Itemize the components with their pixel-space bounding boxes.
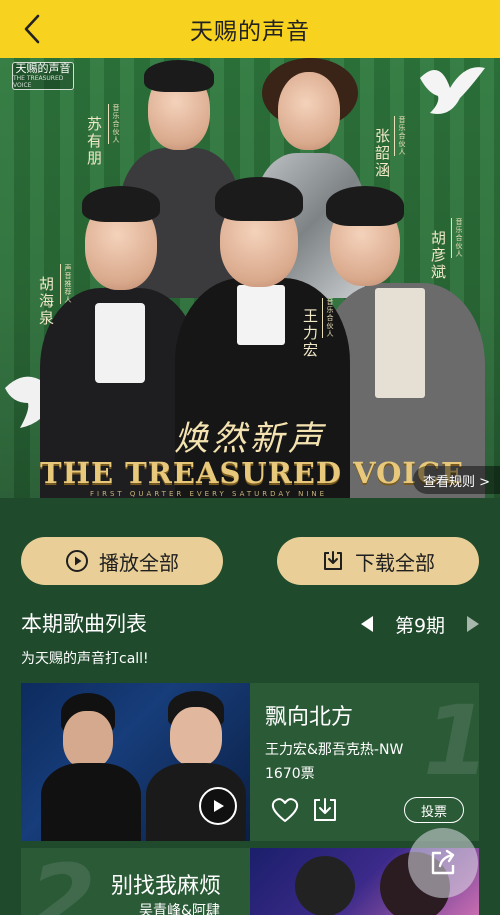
right-triangle-icon[interactable] — [466, 615, 480, 633]
dove-top-right-image — [420, 67, 485, 114]
song-card-1[interactable]: 1 飘向北方 王力宏&那吾克热-NW 1670票 投票 — [21, 683, 479, 841]
view-rules-link[interactable]: 查看规则 > — [412, 466, 500, 494]
download-icon[interactable] — [311, 796, 339, 824]
left-triangle-icon[interactable] — [360, 615, 374, 633]
play-icon — [214, 800, 224, 812]
back-button[interactable] — [14, 11, 50, 47]
slogan-chinese: 焕然新声 — [174, 419, 326, 459]
issue-navigator: 第9期 — [360, 610, 480, 638]
slogan-english: THE TREASURED VOICE — [40, 456, 465, 490]
name-tag-hu-yanbin: 胡彦斌 — [429, 230, 447, 281]
song-title-1: 飘向北方 — [265, 705, 354, 730]
issue-label: 第9期 — [394, 614, 446, 637]
role-tag-wang-leehom: 音乐合伙人 — [322, 298, 335, 338]
song-artist-2: 吴青峰&阿肆 — [139, 903, 220, 915]
name-tag-zhang-shaohan: 张韶涵 — [373, 128, 391, 179]
song-title-2: 别找我麻烦 — [111, 874, 222, 899]
play-song-button-1[interactable] — [199, 787, 237, 825]
play-all-button[interactable]: 播放全部 — [21, 537, 223, 585]
download-box-icon — [324, 551, 342, 570]
heart-icon[interactable] — [271, 797, 299, 823]
song-artist-1: 王力宏&那吾克热-NW — [265, 742, 404, 758]
page-title: 天赐的声音 — [190, 19, 310, 45]
role-tag-su-youpeng: 音乐合伙人 — [108, 104, 121, 144]
song-thumbnail-1 — [21, 683, 250, 841]
slogan-subtitle: FIRST QUARTER EVERY SATURDAY NINE — [90, 490, 328, 498]
song-list-title: 本期歌曲列表 — [21, 612, 147, 636]
share-button[interactable] — [408, 828, 478, 898]
name-tag-wang-leehom: 王力宏 — [301, 308, 319, 359]
song-votes-1: 1670票 — [265, 766, 315, 782]
song-rank-1: 1 — [423, 685, 479, 797]
download-all-label: 下载全部 — [355, 550, 435, 575]
hero-banner[interactable]: 天赐的声音 THE TREASURED VOICE 音乐合伙人 苏有朋 张韶涵 … — [0, 58, 500, 498]
download-all-button[interactable]: 下载全部 — [277, 537, 479, 585]
play-circle-icon — [66, 550, 88, 572]
show-logo-sub: THE TREASURED VOICE — [13, 75, 64, 89]
role-tag-hu-haiquan: 声音推荐人 — [60, 264, 73, 304]
show-logo: 天赐的声音 THE TREASURED VOICE — [12, 62, 74, 90]
top-bar: 天赐的声音 — [0, 0, 500, 58]
back-arrow-icon — [24, 14, 40, 44]
role-tag-zhang-shaohan: 音乐合伙人 — [394, 116, 407, 156]
role-tag-hu-yanbin: 音乐合伙人 — [451, 218, 464, 258]
show-logo-main: 天赐的声音 — [15, 62, 71, 75]
name-tag-hu-haiquan: 胡海泉 — [37, 276, 55, 327]
name-tag-su-youpeng: 苏有朋 — [85, 116, 103, 167]
song-rank-2: 2 — [29, 848, 96, 915]
song-list-subtitle: 为天赐的声音打call! — [21, 651, 149, 667]
vote-button-1[interactable]: 投票 — [404, 797, 464, 823]
play-all-label: 播放全部 — [99, 550, 179, 575]
share-icon — [431, 849, 455, 875]
